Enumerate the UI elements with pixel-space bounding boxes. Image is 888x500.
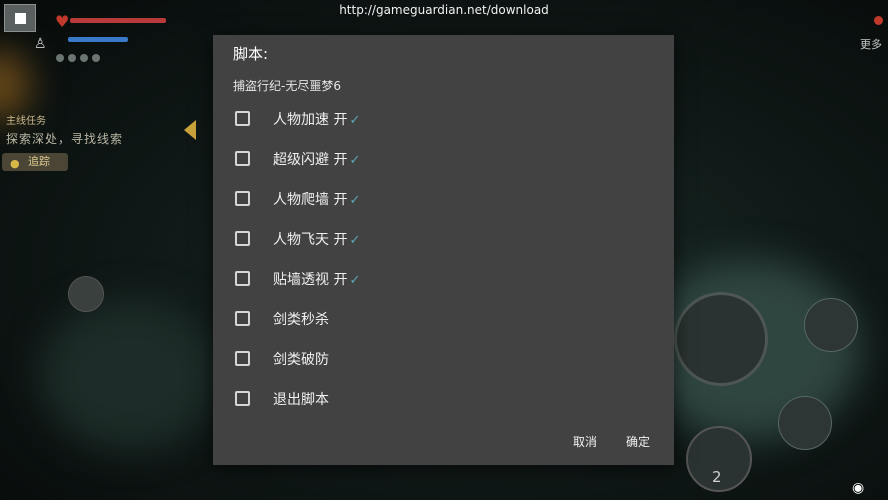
track-button[interactable]: ● 追踪 [2,153,68,171]
scene-glow [40,300,220,450]
option-4[interactable]: 人物飞天 开 ✓ [233,223,653,253]
option-1[interactable]: 人物加速 开 ✓ [233,103,653,133]
option-5[interactable]: 贴墙透视 开 ✓ [233,263,653,293]
option-label: 人物加速 开 ✓ [273,112,361,128]
checkmark-icon: ✓ [349,113,361,128]
url-bar: http://gameguardian.net/download [339,3,549,17]
location-pin-icon: ● [10,157,20,170]
status-dot [68,54,76,62]
option-2[interactable]: 超级闪避 开 ✓ [233,143,653,173]
skill-button[interactable] [778,396,832,450]
floating-menu-button[interactable] [4,4,36,32]
mana-bar [68,37,128,42]
option-label: 剑类秒杀 [273,312,329,328]
bell-icon: ♙ [34,36,47,52]
notification-badge [874,16,883,25]
option-8[interactable]: 退出脚本 [233,383,653,413]
option-7[interactable]: 剑类破防 [233,343,653,373]
cancel-button[interactable]: 取消 [573,433,597,450]
dialog-title: 脚本: [233,45,269,63]
checkmark-icon: ✓ [349,273,361,288]
checkbox[interactable] [235,191,250,206]
option-3[interactable]: 人物爬墙 开 ✓ [233,183,653,213]
checkmark-icon: ✓ [349,233,361,248]
script-dialog: 脚本: 捕盗行纪-无尽噩梦6 人物加速 开 ✓ 超级闪避 开 ✓ 人物爬墙 开 ✓ 人… [213,35,674,465]
main-attack-button[interactable] [674,292,768,386]
checkbox[interactable] [235,271,250,286]
checkbox[interactable] [235,111,250,126]
checkmark-icon: ✓ [349,193,361,208]
skill-button[interactable] [804,298,858,352]
health-bar [70,18,166,23]
option-label: 人物爬墙 开 ✓ [273,192,361,208]
stop-icon [15,13,26,24]
checkbox[interactable] [235,351,250,366]
checkbox[interactable] [235,231,250,246]
checkbox[interactable] [235,311,250,326]
left-arrow-icon[interactable] [184,120,196,140]
option-label: 剑类破防 [273,352,329,368]
eye-icon[interactable]: ◉ [852,480,864,496]
checkbox[interactable] [235,151,250,166]
quest-title: 主线任务 [6,116,46,127]
option-label: 超级闪避 开 ✓ [273,152,361,168]
scene-glow [0,50,30,120]
option-6[interactable]: 剑类秒杀 [233,303,653,333]
track-button-label: 追踪 [28,155,50,168]
status-dot [92,54,100,62]
status-dot [56,54,64,62]
option-label: 人物飞天 开 ✓ [273,232,361,248]
option-label: 贴墙透视 开 ✓ [273,272,361,288]
dialog-subtitle: 捕盗行纪-无尽噩梦6 [233,79,341,93]
checkmark-icon: ✓ [349,153,361,168]
sword-skill-icon[interactable] [68,276,104,312]
confirm-button[interactable]: 确定 [626,433,650,450]
heart-icon: ♥ [55,12,70,31]
status-dot [80,54,88,62]
item-count: 2 [712,468,722,486]
more-label[interactable]: 更多 [860,36,882,52]
checkbox[interactable] [235,391,250,406]
quest-text: 探索深处，寻找线索 [6,132,124,146]
option-label: 退出脚本 [273,392,329,408]
